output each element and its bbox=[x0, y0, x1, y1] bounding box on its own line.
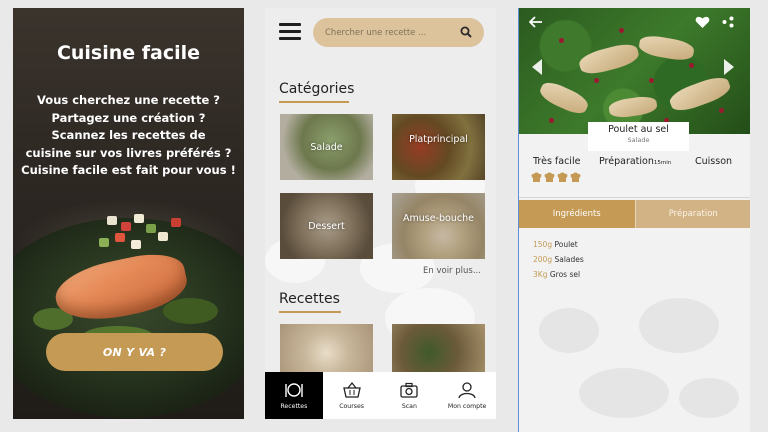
bottom-navigation: Recettes Courses Scan Mon compte bbox=[265, 372, 496, 419]
search-bar bbox=[313, 18, 484, 47]
ingredient-list: 150g Poulet 200g Salades 3Kg Gros sel bbox=[533, 240, 584, 285]
nav-recipes[interactable]: Recettes bbox=[265, 372, 323, 419]
search-input[interactable] bbox=[325, 18, 455, 47]
category-card-salade[interactable]: Salade bbox=[280, 114, 373, 180]
cook-time-label: Cuisson bbox=[695, 156, 733, 167]
recipe-title-card: Poulet au sel Salade bbox=[588, 122, 689, 151]
splash-screen: Cuisine facile Vous cherchez une recette… bbox=[13, 8, 244, 419]
app-title: Cuisine facile bbox=[56, 42, 201, 64]
recipe-detail-screen: Poulet au sel Salade Très facile Prépara… bbox=[518, 8, 750, 432]
category-card-amuse-bouche[interactable]: Amuse-bouche bbox=[392, 193, 485, 259]
recipe-name: Poulet au sel bbox=[608, 124, 669, 135]
chef-hat-icon bbox=[531, 172, 542, 182]
category-card-dessert[interactable]: Dessert bbox=[280, 193, 373, 259]
recipe-tabs: Ingrédients Préparation bbox=[519, 200, 750, 228]
chef-hat-icon bbox=[557, 172, 568, 182]
basket-icon bbox=[342, 381, 361, 398]
back-arrow-icon[interactable] bbox=[529, 16, 543, 28]
recipe-card[interactable] bbox=[280, 324, 373, 372]
difficulty-rating bbox=[531, 172, 581, 183]
search-icon[interactable] bbox=[460, 26, 472, 38]
camera-icon bbox=[400, 382, 419, 398]
home-screen: Catégories Salade Platprincipal Dessert … bbox=[265, 8, 496, 419]
category-card-plat-principal[interactable]: Platprincipal bbox=[392, 114, 485, 180]
chef-hat-icon bbox=[544, 172, 555, 182]
categories-title: Catégories bbox=[279, 81, 355, 97]
plate-cutlery-icon bbox=[285, 383, 303, 397]
heart-icon[interactable] bbox=[695, 15, 710, 29]
chef-hat-icon bbox=[570, 172, 581, 182]
recipe-photo bbox=[519, 8, 750, 134]
ingredient-item: 200g Salades bbox=[533, 255, 584, 264]
chevron-left-icon[interactable] bbox=[531, 58, 543, 76]
user-icon bbox=[458, 382, 476, 399]
chevron-right-icon[interactable] bbox=[723, 58, 735, 76]
tab-preparation[interactable]: Préparation bbox=[635, 200, 750, 228]
menu-icon[interactable] bbox=[279, 23, 301, 41]
recipe-category: Salade bbox=[627, 136, 650, 144]
see-more-link[interactable]: En voir plus... bbox=[423, 266, 481, 276]
prep-time: Préparation15min bbox=[599, 156, 672, 167]
ingredient-item: 150g Poulet bbox=[533, 240, 578, 249]
recipes-title: Recettes bbox=[279, 291, 340, 307]
intro-text: Vous cherchez une recette ? Partagez une… bbox=[21, 93, 236, 177]
nav-account[interactable]: Mon compte bbox=[438, 372, 496, 419]
recipe-card[interactable] bbox=[392, 324, 485, 372]
difficulty-label: Très facile bbox=[533, 156, 581, 167]
share-icon[interactable] bbox=[722, 16, 734, 28]
tab-ingredients[interactable]: Ingrédients bbox=[519, 200, 636, 228]
ingredient-item: 3Kg Gros sel bbox=[533, 270, 581, 279]
start-button[interactable]: ON Y VA ? bbox=[46, 333, 223, 371]
nav-scan[interactable]: Scan bbox=[381, 372, 439, 419]
nav-shopping[interactable]: Courses bbox=[323, 372, 381, 419]
